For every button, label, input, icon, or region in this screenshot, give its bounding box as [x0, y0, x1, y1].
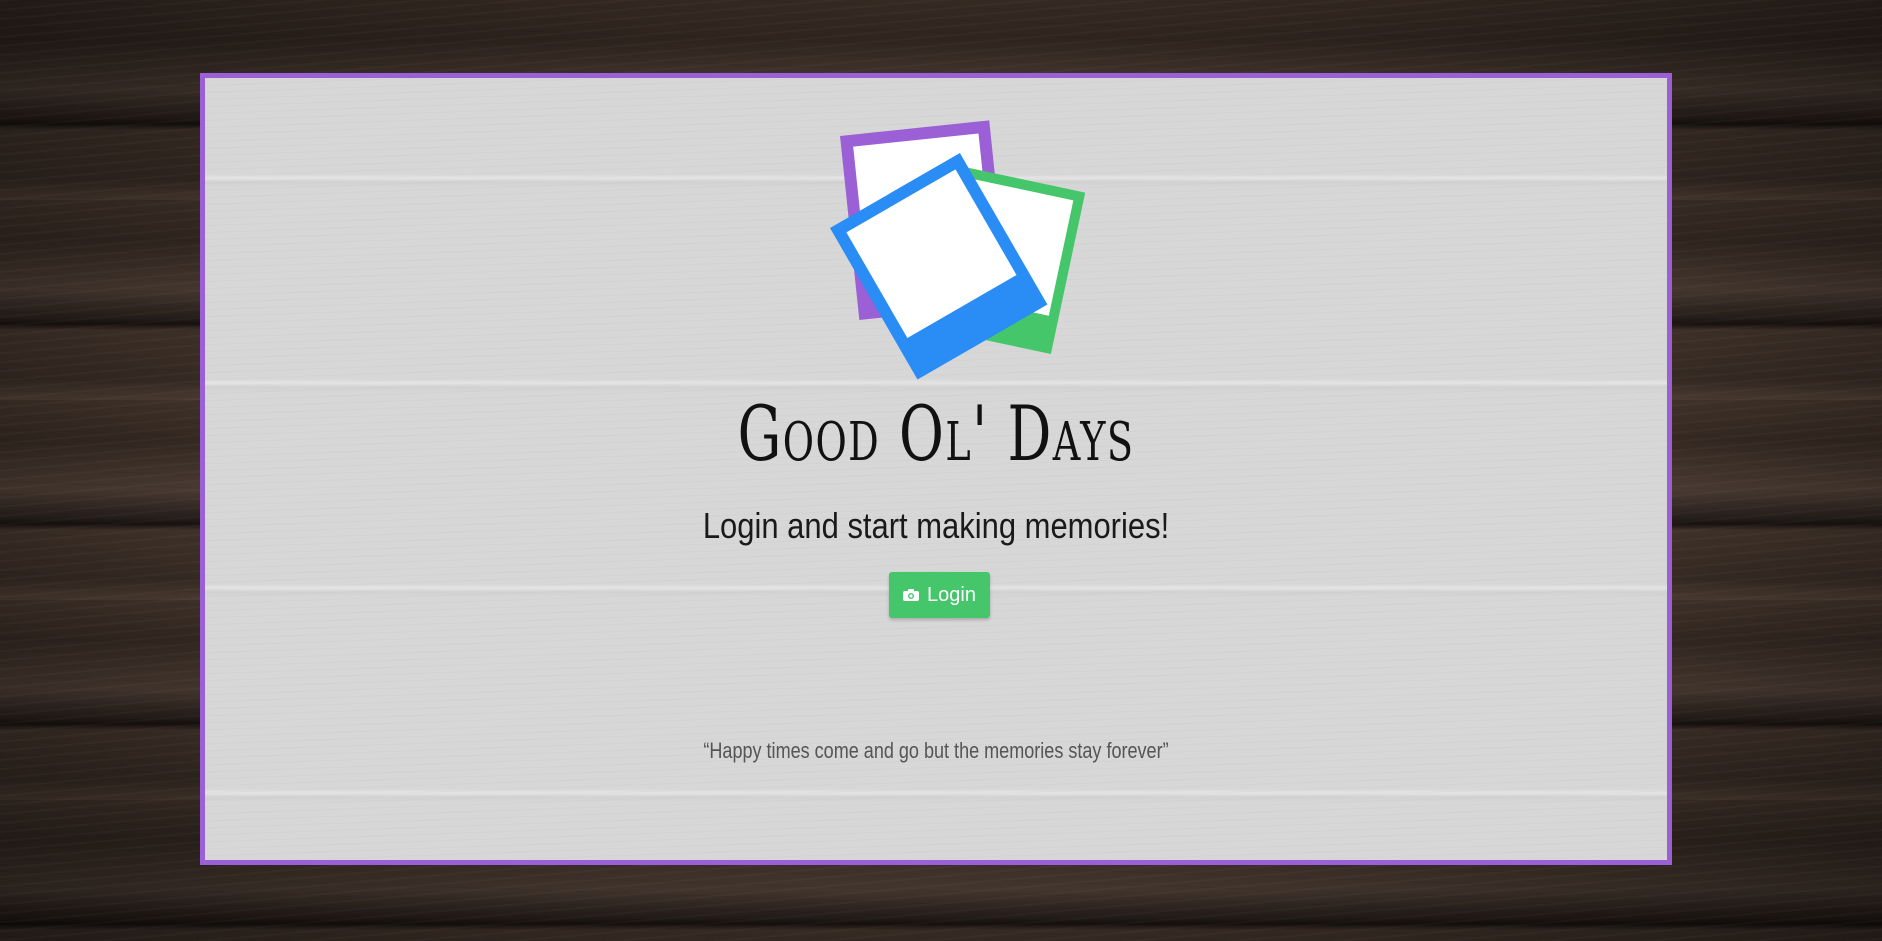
stacked-photos-logo	[830, 120, 1086, 380]
camera-icon	[903, 589, 920, 601]
login-button-label: Login	[927, 583, 976, 606]
memories-quote: “Happy times come and go but the memorie…	[703, 738, 1169, 763]
app-title: Good Ol' Days	[737, 389, 1135, 478]
login-card: Good Ol' Days Login and start making mem…	[200, 73, 1672, 865]
login-button[interactable]: Login	[889, 572, 990, 618]
tagline: Login and start making memories!	[702, 505, 1170, 546]
